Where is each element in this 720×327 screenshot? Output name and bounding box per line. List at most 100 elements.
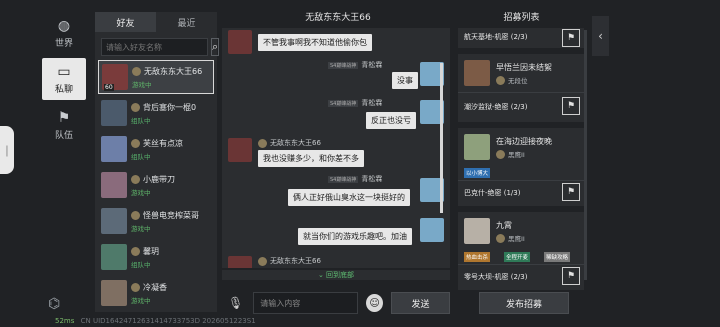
friends-panel: 好友 最近 ⌕ 60 无敌东东大王66游戏中 背后塞你一棍0 组队中 芙丝有点凉组… (95, 12, 220, 312)
avatar (101, 244, 127, 270)
level-badge: 60 (104, 84, 114, 91)
chat-bubble-icon: ▭ (57, 63, 71, 80)
sender-name: 青松霖 (361, 61, 383, 69)
message-bubble: 就当你们的游戏乐趣吧。加油 (298, 228, 412, 245)
controller-icon[interactable]: ⌬ (48, 296, 60, 312)
send-button[interactable]: 发送 (391, 292, 450, 314)
friend-name-text: 馨玥 (143, 246, 159, 256)
avatar (101, 280, 127, 306)
flag-icon[interactable]: ⚑ (562, 29, 580, 47)
avatar[interactable] (228, 138, 252, 162)
tab-recent[interactable]: 最近 (156, 12, 217, 32)
message-input[interactable]: 请输入内容 (253, 292, 358, 314)
avatar (464, 134, 490, 160)
rank-icon (132, 66, 141, 76)
list-item[interactable]: 馨玥 组队中 (98, 240, 214, 274)
rank-icon (258, 138, 267, 148)
chevron-down-icon: ⌄ (317, 271, 327, 279)
search-icon[interactable]: ⌕ (211, 38, 220, 56)
tab-friends[interactable]: 好友 (95, 12, 156, 32)
friend-list: 60 无敌东东大王66 游戏中 背后塞你一棍0 组队中 芙丝有点凉 组队中 小鹿带刀游… (95, 60, 217, 310)
microphone-icon[interactable]: 🎙 (228, 296, 243, 310)
rank-text: 无段位 (508, 77, 528, 85)
friend-search-input[interactable] (101, 38, 208, 56)
avatar[interactable] (420, 218, 444, 242)
list-item[interactable]: 怪兽电竞榨菜哥游戏中 (98, 204, 214, 238)
avatar (101, 100, 127, 126)
publish-recruit-button[interactable]: 发布招募 (479, 292, 569, 314)
message-bubble: 不管我事啊我不知道他偷你包 (258, 34, 372, 51)
message-list[interactable]: 不管我事啊我不知道他偷你包 S4巅峰战神 青松霖 没事 S4巅峰战神 青松霖 反正也… (222, 28, 450, 268)
recruit-name: 早悟兰因未结絮 (496, 63, 552, 72)
divider (458, 264, 584, 265)
title-tag: S4巅峰战神 (328, 61, 359, 69)
friend-name: 小鹿带刀 (131, 174, 175, 185)
title-tag: S4巅峰战神 (328, 175, 359, 183)
flag-icon[interactable]: ⚑ (562, 267, 580, 285)
friend-state: 游戏中 (131, 296, 151, 305)
recruit-mode: 潮汐监狱-绝密 (2/3) (464, 103, 528, 111)
rail-item-world[interactable]: ◍ 世界 (42, 12, 86, 54)
avatar[interactable] (228, 256, 252, 268)
recruit-scrollbar[interactable] (584, 30, 587, 280)
emoji-icon[interactable]: ☺ (366, 294, 384, 312)
rail-item-private-chat[interactable]: ▭ 私聊 (42, 58, 86, 100)
recruit-tag: 稀缺攻略 (544, 252, 571, 262)
flag-icon: ⚑ (57, 109, 71, 126)
avatar (101, 172, 127, 198)
recruit-tag: 以小博大 (464, 168, 491, 178)
rank-icon (496, 75, 505, 85)
avatar (464, 60, 490, 86)
rank-icon (131, 282, 140, 292)
nav-rail: ◍ 世界 ▭ 私聊 ⚑ 队伍 (42, 12, 90, 312)
sender-name: 无敌东东大王66 (270, 257, 321, 265)
recruit-tag: 全程开麦 (504, 252, 531, 262)
avatar (101, 136, 127, 162)
list-item[interactable]: 冷凝香 游戏中 (98, 276, 214, 310)
chevron-left-icon[interactable]: ‹ (592, 16, 609, 56)
recruit-card[interactable]: 在海边迎接夜晚 黑鹰II 以小博大 巴克什-绝密 (1/3) ⚑ (458, 128, 584, 206)
message-bubble: 反正也没亏 (366, 112, 416, 129)
side-drawer-handle[interactable]: ❘ (0, 126, 14, 174)
chat-scrollbar[interactable] (440, 63, 443, 213)
recruit-mode: 零号大坝-机密 (2/3) (464, 273, 528, 281)
back-to-bottom-button[interactable]: ⌄ 回到底部 (222, 270, 450, 280)
recruit-tag: 热血击杀 (464, 252, 491, 262)
friend-state: 组队中 (131, 152, 151, 161)
friend-name-text: 怪兽电竞榨菜哥 (143, 210, 199, 220)
recruit-list: 航天基地-机密 (2/3) ⚑ 早悟兰因未结絮 无段位 潮汐监狱-绝密 (2/3… (455, 28, 588, 290)
friend-state: 游戏中 (131, 224, 151, 233)
back-to-bottom-label: 回到底部 (326, 271, 355, 279)
friend-state: 组队中 (131, 116, 151, 125)
list-item[interactable]: 芙丝有点凉 组队中 (98, 132, 214, 166)
rank-text: 黑鹰II (508, 235, 525, 243)
friend-name-text: 背后塞你一棍0 (143, 102, 197, 112)
sender-name: 青松霖 (361, 175, 383, 183)
message-bubble: 我也没赚多少，和你差不多 (258, 150, 364, 167)
title-tag: S4巅峰战神 (328, 99, 359, 107)
list-item[interactable]: 小鹿带刀 游戏中 (98, 168, 214, 202)
app-root: ❘ ◍ 世界 ▭ 私聊 ⚑ 队伍 ⌬ 52ms CN UID1642471263… (0, 0, 720, 327)
globe-icon: ◍ (57, 17, 71, 34)
rank-icon (131, 138, 140, 148)
recruit-rank: 无段位 (496, 75, 528, 85)
ping-readout: 52ms (55, 317, 75, 325)
recruit-card[interactable]: 早悟兰因未结絮 无段位 潮汐监狱-绝密 (2/3) ⚑ (458, 54, 584, 122)
flag-icon[interactable]: ⚑ (562, 183, 580, 201)
recruit-card[interactable]: 航天基地-机密 (2/3) ⚑ (458, 28, 584, 48)
avatar[interactable] (228, 30, 252, 54)
recruit-card[interactable]: 九霄 黑鹰II 热血击杀 全程开麦 稀缺攻略 零号大坝-机密 (2/3) ⚑ (458, 212, 584, 290)
list-item[interactable]: 背后塞你一棍0 组队中 (98, 96, 214, 130)
friend-state: 游戏中 (131, 188, 151, 197)
flag-icon[interactable]: ⚑ (562, 97, 580, 115)
friend-search: ⌕ (101, 38, 220, 56)
message-bubble: 俩人正好俄山臭水这一块挺好的 (288, 189, 410, 206)
avatar (464, 218, 490, 244)
rail-item-team[interactable]: ⚑ 队伍 (42, 104, 86, 146)
rail-label: 队伍 (54, 130, 73, 141)
list-item[interactable]: 60 无敌东东大王66 游戏中 (98, 60, 214, 94)
message-sender: S4巅峰战神 青松霖 (328, 60, 382, 70)
message-sender: S4巅峰战神 青松霖 (328, 174, 382, 184)
friend-name: 冷凝香 (131, 282, 167, 293)
sender-name: 无敌东东大王66 (270, 139, 321, 147)
